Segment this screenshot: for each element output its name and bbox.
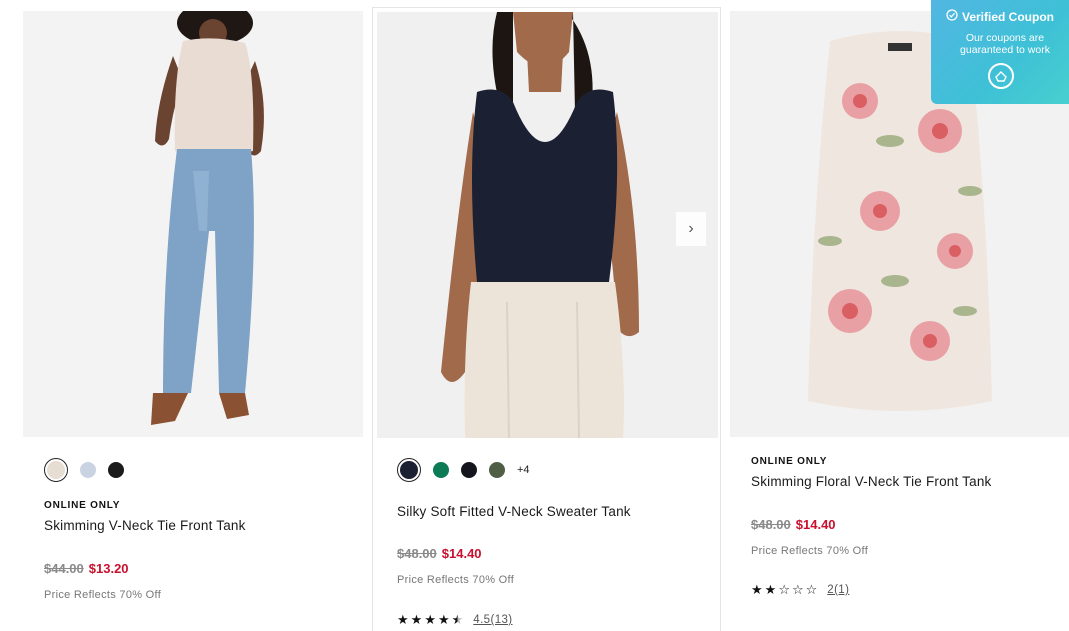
color-swatch[interactable]	[433, 462, 449, 478]
coupon-subtitle: Our coupons are guaranteed to work	[960, 32, 1050, 56]
color-swatch[interactable]	[108, 462, 124, 478]
color-swatch[interactable]	[397, 458, 421, 482]
product-card-1[interactable]: ONLINE ONLY Skimming V-Neck Tie Front Ta…	[23, 0, 363, 631]
color-swatch[interactable]	[44, 458, 68, 482]
product-price: $44.00 $13.20	[44, 561, 129, 576]
review-count-link[interactable]: 2(1)	[827, 584, 849, 596]
original-price: $44.00	[44, 561, 84, 576]
product-name[interactable]: Skimming V-Neck Tie Front Tank	[44, 518, 246, 533]
verified-coupon-badge[interactable]: Verified Coupon Our coupons are guarante…	[931, 0, 1069, 104]
star-rating[interactable]: ★ ★ ★ ★ ★ 4.5(13)	[397, 612, 513, 628]
original-price: $48.00	[751, 517, 791, 532]
coupon-title: Verified Coupon	[931, 9, 1069, 24]
product-price: $48.00 $14.40	[751, 517, 836, 532]
star-full-icon: ★	[424, 612, 436, 627]
star-half-icon: ★	[451, 612, 464, 627]
price-note: Price Reflects 70% Off	[44, 589, 162, 601]
star-full-icon: ★	[397, 612, 409, 627]
coupon-brand-logo-icon	[988, 63, 1014, 89]
star-empty-icon: ☆	[805, 582, 818, 597]
price-note: Price Reflects 70% Off	[751, 545, 869, 557]
model-image-jeans	[23, 11, 363, 437]
product-card-2[interactable]: › +4 Silky Soft Fitted V-Neck Sweater Ta…	[372, 7, 721, 631]
product-image-1[interactable]	[23, 11, 363, 437]
sale-price: $14.40	[441, 546, 482, 561]
star-rating[interactable]: ★ ★ ☆ ☆ ☆ 2(1)	[751, 582, 849, 598]
star-full-icon: ★	[410, 612, 423, 627]
product-name[interactable]: Skimming Floral V-Neck Tie Front Tank	[751, 474, 991, 489]
price-note: Price Reflects 70% Off	[397, 574, 515, 586]
sale-price: $14.40	[795, 517, 836, 532]
next-image-button[interactable]: ›	[676, 212, 706, 246]
product-price: $48.00 $14.40	[397, 546, 482, 561]
original-price: $48.00	[397, 546, 437, 561]
chevron-right-icon: ›	[688, 220, 694, 237]
color-swatches-1	[44, 458, 124, 482]
star-full-icon: ★	[751, 582, 763, 597]
color-swatch[interactable]	[489, 462, 505, 478]
sale-price: $13.20	[88, 561, 129, 576]
color-swatch[interactable]	[461, 462, 477, 478]
star-empty-icon: ☆	[778, 582, 790, 597]
color-swatch[interactable]	[80, 462, 96, 478]
online-only-tag: ONLINE ONLY	[44, 500, 121, 511]
color-swatches-2: +4	[397, 458, 530, 482]
star-empty-icon: ☆	[791, 582, 804, 597]
model-image-sweater-tank	[377, 12, 718, 438]
check-circle-icon	[946, 9, 958, 24]
more-colors-link[interactable]: +4	[517, 464, 530, 476]
star-full-icon: ★	[437, 612, 450, 627]
review-count-link[interactable]: 4.5(13)	[473, 614, 512, 626]
online-only-tag: ONLINE ONLY	[751, 456, 828, 467]
product-image-2[interactable]: ›	[377, 12, 718, 438]
product-name[interactable]: Silky Soft Fitted V-Neck Sweater Tank	[397, 504, 631, 519]
star-full-icon: ★	[764, 582, 777, 597]
